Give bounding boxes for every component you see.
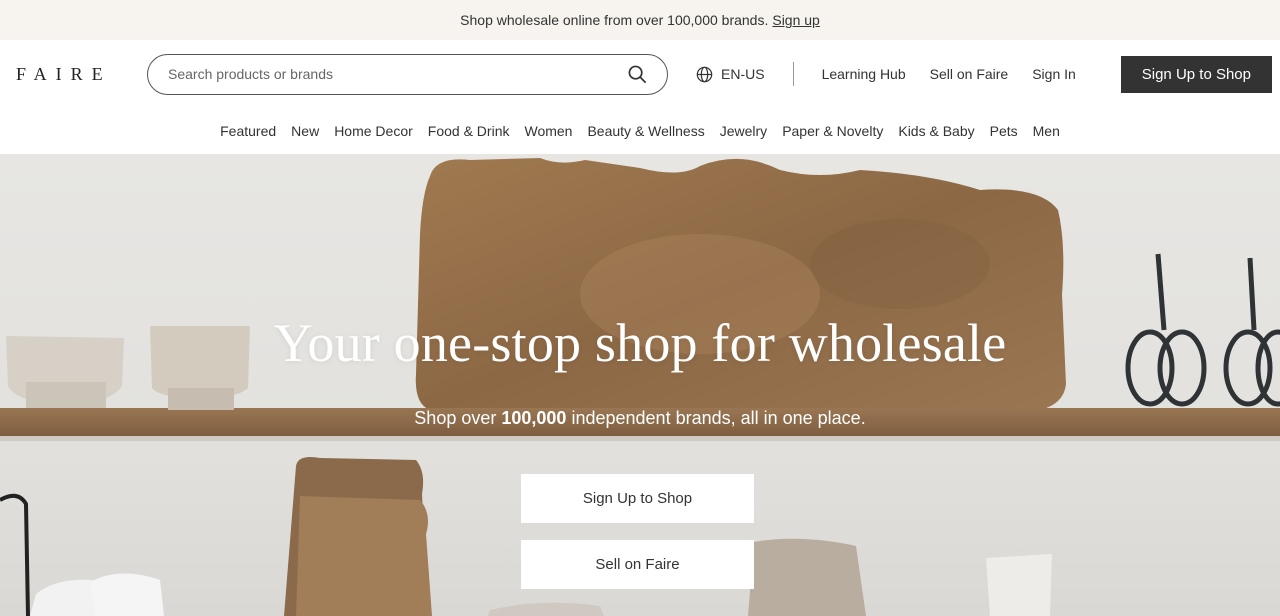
hero-sell-on-faire-button[interactable]: Sell on Faire bbox=[521, 540, 754, 589]
hero-subtitle: Shop over 100,000 independent brands, al… bbox=[0, 408, 1280, 429]
category-home-decor[interactable]: Home Decor bbox=[334, 123, 413, 139]
search-input[interactable] bbox=[168, 66, 627, 82]
category-paper-novelty[interactable]: Paper & Novelty bbox=[782, 123, 883, 139]
header-links: Learning Hub Sell on Faire Sign In bbox=[822, 66, 1076, 82]
header-divider bbox=[792, 62, 794, 86]
hero-subtitle-suffix: independent brands, all in one place. bbox=[571, 408, 866, 428]
category-featured[interactable]: Featured bbox=[220, 123, 276, 139]
language-label: EN-US bbox=[721, 66, 765, 82]
category-women[interactable]: Women bbox=[524, 123, 572, 139]
language-selector[interactable]: EN-US bbox=[696, 66, 765, 83]
category-beauty-wellness[interactable]: Beauty & Wellness bbox=[587, 123, 704, 139]
hero-sign-up-button[interactable]: Sign Up to Shop bbox=[521, 474, 754, 523]
category-jewelry[interactable]: Jewelry bbox=[720, 123, 767, 139]
promo-banner: Shop wholesale online from over 100,000 … bbox=[0, 0, 1280, 40]
hero-title: Your one-stop shop for wholesale bbox=[273, 313, 1007, 373]
category-men[interactable]: Men bbox=[1033, 123, 1060, 139]
learning-hub-link[interactable]: Learning Hub bbox=[822, 66, 906, 82]
sell-on-faire-link[interactable]: Sell on Faire bbox=[930, 66, 1009, 82]
header: FAIRE EN-US Learning Hub Sell on Faire S… bbox=[0, 40, 1280, 108]
category-pets[interactable]: Pets bbox=[990, 123, 1018, 139]
search-bar[interactable] bbox=[147, 53, 668, 95]
faire-logo[interactable]: FAIRE bbox=[16, 64, 147, 85]
globe-icon bbox=[696, 66, 713, 83]
hero-section: Your one-stop shop for wholesale Shop ov… bbox=[0, 154, 1280, 616]
promo-signup-link[interactable]: Sign up bbox=[772, 12, 819, 28]
promo-text: Shop wholesale online from over 100,000 … bbox=[460, 12, 769, 28]
category-kids-baby[interactable]: Kids & Baby bbox=[898, 123, 974, 139]
category-new[interactable]: New bbox=[291, 123, 319, 139]
search-icon[interactable] bbox=[627, 64, 647, 84]
hero-subtitle-count: 100,000 bbox=[501, 408, 567, 428]
hero-subtitle-prefix: Shop over bbox=[414, 408, 497, 428]
sign-in-link[interactable]: Sign In bbox=[1032, 66, 1076, 82]
category-nav: Featured New Home Decor Food & Drink Wom… bbox=[0, 108, 1280, 154]
sign-up-to-shop-button[interactable]: Sign Up to Shop bbox=[1120, 55, 1272, 93]
category-food-drink[interactable]: Food & Drink bbox=[428, 123, 510, 139]
